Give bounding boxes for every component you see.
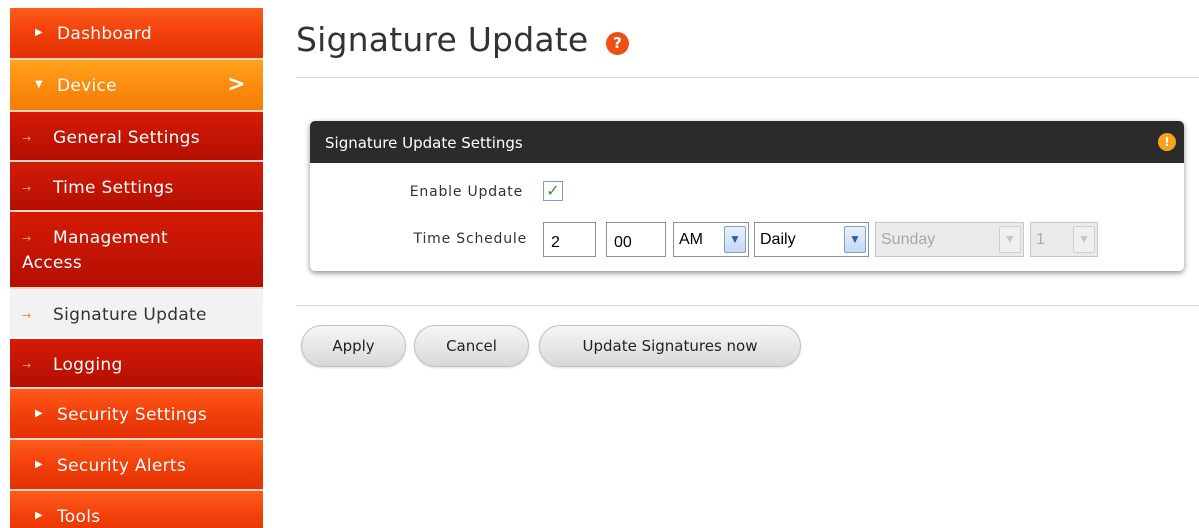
- chevron-right-icon: >: [227, 72, 246, 97]
- time-schedule-label: Time Schedule: [413, 231, 527, 247]
- divider: [296, 305, 1199, 306]
- day-select-value: Sunday: [881, 231, 936, 248]
- update-signatures-now-button[interactable]: Update Signatures now: [539, 325, 801, 367]
- ampm-select[interactable]: AM ▼: [673, 222, 749, 257]
- triangle-right-icon: ▶: [35, 510, 43, 521]
- frequency-select[interactable]: Daily ▼: [754, 222, 869, 257]
- settings-panel: Signature Update Settings ! Enable Updat…: [310, 121, 1184, 271]
- panel-header: Signature Update Settings !: [310, 121, 1184, 163]
- sidebar-item-label: Time Settings: [53, 178, 174, 198]
- sidebar-item-time-settings[interactable]: → Time Settings: [10, 162, 263, 212]
- sidebar-item-label-line2: Access: [22, 253, 82, 273]
- small-arrow-icon: →: [22, 132, 32, 145]
- page-title: Signature Update: [296, 20, 589, 59]
- frequency-select-value: Daily: [760, 231, 796, 248]
- divider: [296, 77, 1199, 78]
- triangle-right-icon: ▶: [35, 408, 43, 419]
- help-icon[interactable]: ?: [606, 32, 629, 55]
- sidebar-item-dashboard[interactable]: ▶ Dashboard: [10, 8, 263, 60]
- small-arrow-icon: →: [22, 182, 32, 195]
- day-of-month-select-value: 1: [1036, 231, 1045, 248]
- sidebar-item-label: General Settings: [53, 128, 200, 148]
- chevron-down-icon: ▼: [999, 226, 1021, 253]
- chevron-down-icon[interactable]: ▼: [724, 226, 746, 253]
- sidebar-item-label: Security Settings: [57, 405, 208, 425]
- small-arrow-icon: →: [22, 309, 32, 322]
- ampm-select-value: AM: [679, 231, 703, 248]
- triangle-down-icon: ▼: [35, 79, 43, 90]
- sidebar-nav: ▶ Dashboard ▼ Device > → General Setting…: [10, 8, 263, 528]
- day-of-month-select: 1 ▼: [1030, 222, 1098, 257]
- sidebar-item-label: Tools: [57, 507, 101, 527]
- triangle-right-icon: ▶: [35, 27, 43, 38]
- sidebar-item-general-settings[interactable]: → General Settings: [10, 112, 263, 162]
- sidebar-item-label: Dashboard: [57, 24, 152, 44]
- info-icon[interactable]: !: [1158, 133, 1176, 151]
- sidebar-item-label: Logging: [53, 355, 123, 375]
- small-arrow-icon: →: [22, 359, 32, 372]
- sidebar-item-signature-update[interactable]: → Signature Update: [10, 289, 263, 339]
- cancel-button[interactable]: Cancel: [414, 325, 529, 367]
- hour-input[interactable]: [543, 222, 596, 257]
- chevron-down-icon: ▼: [1073, 226, 1095, 253]
- sidebar-item-logging[interactable]: → Logging: [10, 339, 263, 389]
- sidebar-item-label: Signature Update: [53, 305, 207, 325]
- sidebar-item-security-settings[interactable]: ▶ Security Settings: [10, 389, 263, 440]
- sidebar-item-device[interactable]: ▼ Device >: [10, 60, 263, 112]
- chevron-down-icon[interactable]: ▼: [844, 226, 866, 253]
- enable-update-checkbox[interactable]: ✓: [543, 181, 563, 201]
- sidebar-item-management-access[interactable]: → Management Access: [10, 212, 263, 289]
- enable-update-label: Enable Update: [409, 184, 523, 200]
- sidebar-item-tools[interactable]: ▶ Tools: [10, 491, 263, 528]
- day-select: Sunday ▼: [875, 222, 1024, 257]
- sidebar-item-label-line1: Management: [53, 228, 168, 248]
- sidebar-item-security-alerts[interactable]: ▶ Security Alerts: [10, 440, 263, 491]
- minute-input[interactable]: [606, 222, 666, 257]
- triangle-right-icon: ▶: [35, 459, 43, 470]
- checkmark-icon: ✓: [546, 181, 560, 200]
- sidebar-item-label: Security Alerts: [57, 456, 187, 476]
- panel-title: Signature Update Settings: [325, 134, 523, 152]
- apply-button[interactable]: Apply: [301, 325, 406, 367]
- sidebar-item-label: Device: [57, 76, 117, 96]
- small-arrow-icon: →: [22, 232, 32, 245]
